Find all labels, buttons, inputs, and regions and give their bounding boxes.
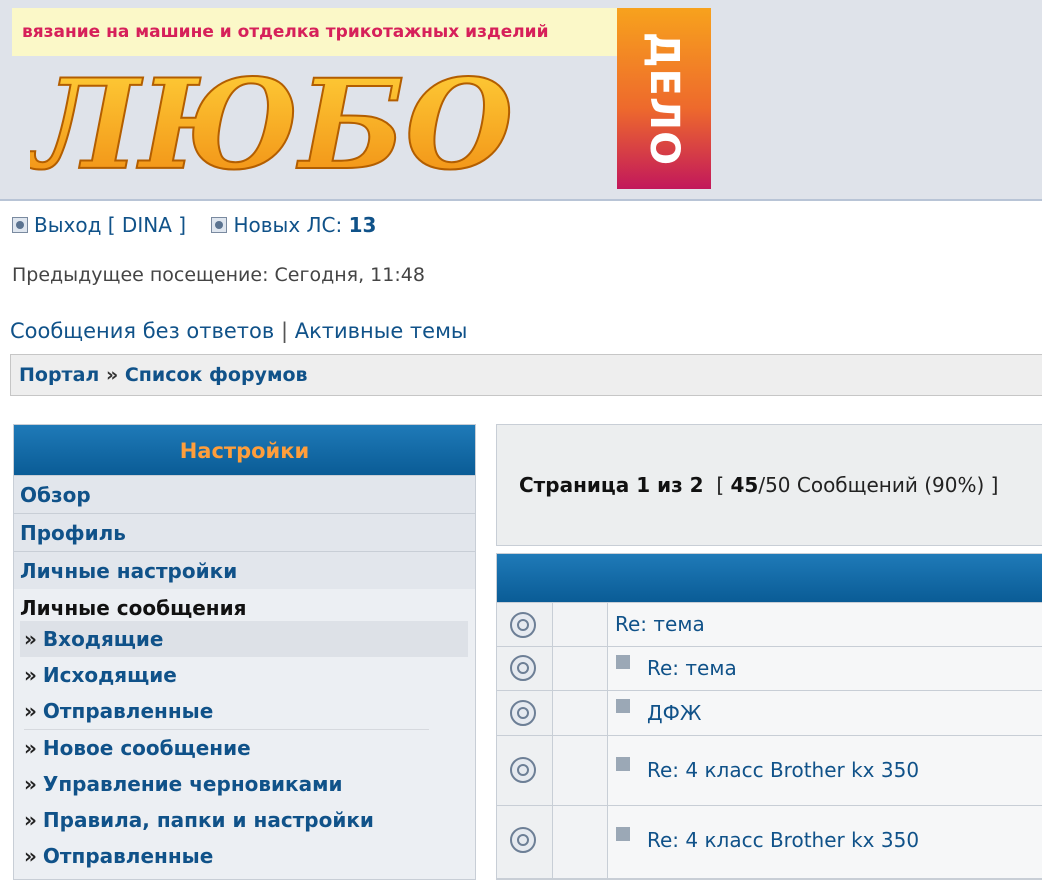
breadcrumb: Портал » Список форумов bbox=[10, 354, 1042, 396]
arrow-icon: » bbox=[24, 772, 37, 796]
row-mark-cell bbox=[553, 647, 608, 690]
logout-link[interactable]: Выход [ DINA ] bbox=[34, 213, 186, 237]
message-subject-link[interactable]: ДФЖ bbox=[647, 701, 701, 725]
sidebar-item-inbox[interactable]: » Входящие bbox=[20, 621, 468, 657]
logo-delo-text: ДЕЛО bbox=[641, 31, 687, 166]
breadcrumb-portal[interactable]: Портал bbox=[19, 364, 99, 386]
arrow-icon: » bbox=[24, 627, 37, 651]
message-count: 45 bbox=[730, 473, 759, 497]
message-subject-link[interactable]: Re: тема bbox=[615, 612, 705, 636]
row-mark-cell bbox=[553, 603, 608, 646]
arrow-icon: » bbox=[24, 699, 37, 723]
site-logo[interactable]: ЛЮБО bbox=[30, 56, 620, 196]
sidebar-item-label: Исходящие bbox=[42, 663, 177, 687]
message-quota: /50 Сообщений (90%) ] bbox=[758, 473, 999, 497]
pagination-box: Страница 1 из 2 [ 45/50 Сообщений (90%) … bbox=[496, 424, 1042, 546]
row-icon-cell bbox=[497, 647, 553, 690]
site-tagline: вязание на машине и отделка трикотажных … bbox=[12, 8, 617, 56]
pagination-text: Страница 1 из 2 [ 45/50 Сообщений (90%) … bbox=[519, 473, 998, 497]
private-messages-title: Личные сообщения bbox=[20, 596, 247, 620]
logo-delo-block: ДЕЛО bbox=[617, 8, 711, 189]
sidebar-item-profile[interactable]: Профиль bbox=[14, 513, 475, 551]
page-indicator: Страница 1 из 2 bbox=[519, 473, 704, 497]
message-read-icon bbox=[510, 757, 536, 783]
new-pm-link[interactable]: Новых ЛС: 13 bbox=[233, 213, 376, 237]
new-pm-label: Новых ЛС: bbox=[233, 213, 343, 237]
square-bullet-icon bbox=[616, 757, 630, 771]
row-subject-cell: Re: тема bbox=[608, 603, 1042, 646]
sidebar-item-drafts[interactable]: » Управление черновиками bbox=[20, 766, 469, 802]
user-bar: Выход [ DINA ] Новых ЛС: 13 bbox=[12, 213, 376, 237]
table-row[interactable]: Re: тема bbox=[497, 602, 1042, 646]
sidebar-item-sent[interactable]: » Отправленные bbox=[20, 693, 469, 729]
message-subject-link[interactable]: Re: 4 класс Brother kx 350 bbox=[647, 758, 919, 782]
message-read-icon bbox=[510, 612, 536, 638]
logout-icon bbox=[12, 217, 28, 233]
arrow-icon: » bbox=[24, 808, 37, 832]
sidebar-item-label: Отправленные bbox=[42, 699, 214, 723]
breadcrumb-forum-list[interactable]: Список форумов bbox=[125, 364, 308, 386]
last-visit-text: Предыдущее посещение: Сегодня, 11:48 bbox=[12, 264, 425, 286]
row-mark-cell bbox=[553, 736, 608, 805]
row-subject-cell: ДФЖ bbox=[608, 691, 1042, 735]
row-icon-cell bbox=[497, 806, 553, 878]
message-read-icon bbox=[510, 827, 536, 853]
arrow-icon: » bbox=[24, 844, 37, 868]
active-topics-link[interactable]: Активные темы bbox=[295, 319, 468, 343]
sidebar-item-outbox[interactable]: » Исходящие bbox=[20, 657, 469, 693]
sidebar-item-overview[interactable]: Обзор bbox=[14, 475, 475, 513]
settings-sidebar: Настройки Обзор Профиль Личные настройки… bbox=[13, 424, 476, 880]
table-row[interactable]: Re: 4 класс Brother kx 350 bbox=[497, 735, 1042, 805]
table-row[interactable]: Re: тема bbox=[497, 646, 1042, 690]
sidebar-item-label: Отправленные bbox=[42, 844, 214, 868]
message-table: Re: тема Re: тема ДФЖ Re: 4 класс Brothe… bbox=[496, 553, 1042, 880]
table-row[interactable]: ДФЖ bbox=[497, 690, 1042, 735]
arrow-icon: » bbox=[24, 663, 37, 687]
site-header: вязание на машине и отделка трикотажных … bbox=[0, 0, 1042, 201]
bracket-open: [ bbox=[716, 473, 725, 497]
breadcrumb-separator: » bbox=[105, 364, 119, 386]
row-mark-cell bbox=[553, 691, 608, 735]
square-bullet-icon bbox=[616, 699, 630, 713]
sidebar-item-preferences[interactable]: Личные настройки bbox=[14, 551, 475, 589]
message-read-icon bbox=[510, 655, 536, 681]
link-separator: | bbox=[280, 319, 289, 343]
message-table-header bbox=[497, 554, 1042, 602]
sidebar-item-label: Входящие bbox=[42, 627, 164, 651]
square-bullet-icon bbox=[616, 827, 630, 841]
arrow-icon: » bbox=[24, 736, 37, 760]
new-pm-count: 13 bbox=[348, 213, 377, 237]
unanswered-posts-link[interactable]: Сообщения без ответов bbox=[10, 319, 274, 343]
row-subject-cell: Re: тема bbox=[608, 647, 1042, 690]
row-subject-cell: Re: 4 класс Brother kx 350 bbox=[608, 736, 1042, 805]
row-subject-cell: Re: 4 класс Brother kx 350 bbox=[608, 806, 1042, 878]
square-bullet-icon bbox=[616, 655, 630, 669]
message-subject-link[interactable]: Re: 4 класс Brother kx 350 bbox=[647, 828, 919, 852]
sidebar-item-label: Управление черновиками bbox=[42, 772, 343, 796]
sidebar-item-compose[interactable]: » Новое сообщение bbox=[20, 730, 469, 766]
message-read-icon bbox=[510, 700, 536, 726]
row-icon-cell bbox=[497, 691, 553, 735]
quick-links: Сообщения без ответов | Активные темы bbox=[10, 319, 468, 343]
sidebar-item-sent-2[interactable]: » Отправленные bbox=[20, 838, 469, 874]
sidebar-item-rules[interactable]: » Правила, папки и настройки bbox=[20, 802, 469, 838]
row-icon-cell bbox=[497, 603, 553, 646]
sidebar-item-label: Правила, папки и настройки bbox=[42, 808, 374, 832]
sidebar-title: Настройки bbox=[14, 425, 475, 475]
table-row[interactable]: Re: 4 класс Brother kx 350 bbox=[497, 805, 1042, 878]
private-messages-section: Личные сообщения » Входящие » Исходящие » О… bbox=[14, 589, 475, 874]
row-icon-cell bbox=[497, 736, 553, 805]
row-mark-cell bbox=[553, 806, 608, 878]
private-message-icon bbox=[211, 217, 228, 233]
sidebar-item-label: Новое сообщение bbox=[42, 736, 251, 760]
logo-word-text: ЛЮБО bbox=[30, 56, 513, 196]
message-subject-link[interactable]: Re: тема bbox=[647, 656, 737, 680]
